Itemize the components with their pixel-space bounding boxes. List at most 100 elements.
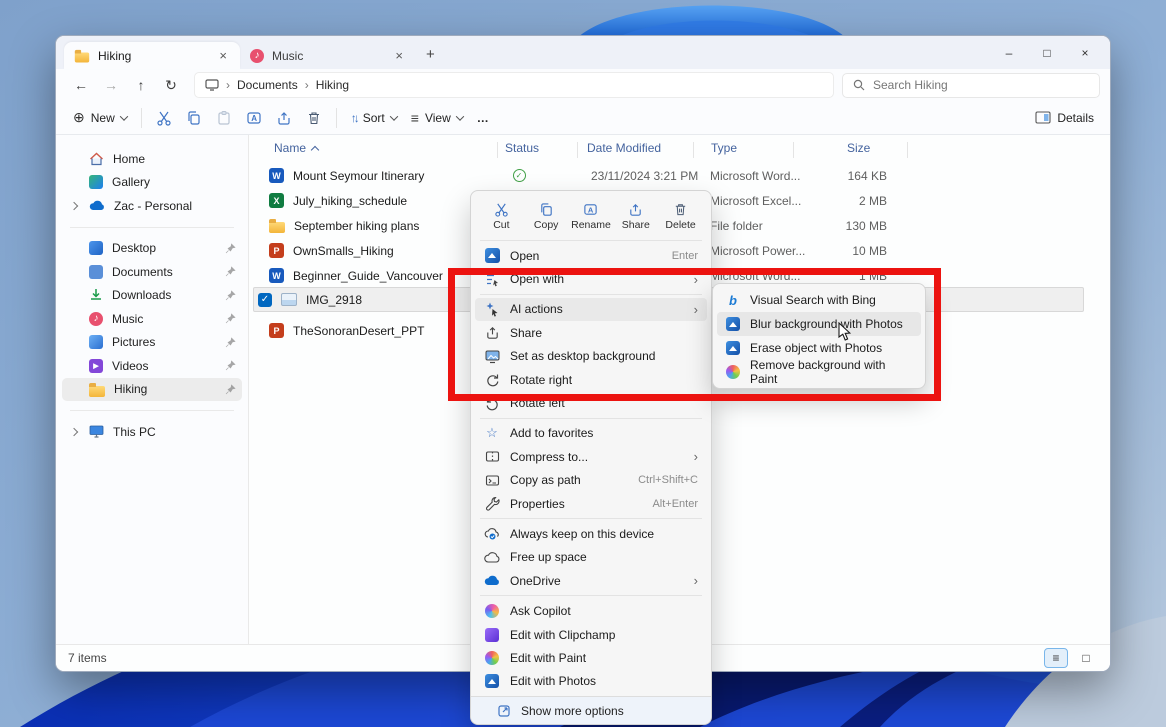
menu-item-edit-photos[interactable]: Edit with Photos (475, 670, 707, 693)
column-separator[interactable] (693, 142, 694, 158)
column-separator[interactable] (907, 142, 908, 158)
sidebar-item-documents[interactable]: Documents (62, 260, 242, 284)
desktop: Hiking × ♪ Music × + – □ × ← → ↑ ↻ › (0, 0, 1166, 727)
column-separator[interactable] (793, 142, 794, 158)
sidebar-item-downloads[interactable]: Downloads (62, 284, 242, 308)
new-tab-button[interactable]: + (416, 44, 445, 69)
maximize-button[interactable]: □ (1032, 42, 1062, 64)
delete-quick-button[interactable]: Delete (660, 196, 702, 236)
details-label: Details (1057, 111, 1094, 125)
pin-icon (225, 243, 236, 254)
share-quick-button[interactable]: Share (615, 196, 657, 236)
close-button[interactable]: × (1070, 42, 1100, 64)
chevron-down-icon (390, 112, 398, 120)
copy-path-icon (485, 473, 500, 488)
photos-icon (485, 248, 500, 263)
sidebar-label: Desktop (112, 241, 216, 255)
cut-quick-button[interactable]: Cut (480, 196, 522, 236)
large-icons-view-button[interactable]: □ (1074, 648, 1098, 668)
chevron-right-icon[interactable] (70, 428, 78, 436)
sidebar-label: This PC (113, 425, 236, 439)
crumb-separator-icon: › (226, 78, 230, 92)
sidebar-item-desktop[interactable]: Desktop (62, 237, 242, 261)
column-separator[interactable] (497, 142, 498, 158)
gallery-icon (89, 175, 103, 189)
more-options-button[interactable]: … (470, 107, 497, 129)
ellipsis-icon: … (477, 111, 490, 125)
up-button[interactable]: ↑ (126, 72, 156, 98)
forward-button[interactable]: → (96, 72, 126, 98)
sidebar-label: Videos (112, 359, 216, 373)
copy-button[interactable] (179, 106, 209, 130)
tab-close-icon[interactable]: × (216, 48, 230, 63)
details-pane-button[interactable]: Details (1029, 107, 1100, 129)
chevron-down-icon (120, 112, 128, 120)
paste-button[interactable] (209, 106, 239, 130)
view-button[interactable]: ≡ View (404, 106, 470, 130)
menu-item-free-up-space[interactable]: Free up space (475, 546, 707, 569)
column-separator[interactable] (577, 142, 578, 158)
menu-item-show-more-options[interactable]: Show more options (471, 696, 711, 724)
menu-item-compress[interactable]: Compress to... › (475, 445, 707, 468)
sidebar-item-onedrive[interactable]: Zac - Personal (62, 194, 242, 218)
search-box[interactable]: Search Hiking (842, 73, 1100, 98)
rename-button[interactable]: A (239, 106, 269, 130)
cloud-check-icon (484, 528, 500, 540)
column-header-status[interactable]: Status (505, 141, 539, 155)
breadcrumb-hiking[interactable]: Hiking (316, 78, 349, 92)
menu-item-ask-copilot[interactable]: Ask Copilot (475, 599, 707, 622)
sidebar-item-videos[interactable]: ▶ Videos (62, 354, 242, 378)
file-row-mount-seymour[interactable]: WMount Seymour Itinerary ✓ 23/11/2024 3:… (253, 163, 1084, 188)
sidebar-item-home[interactable]: Home (62, 147, 242, 171)
sidebar-item-gallery[interactable]: Gallery (62, 171, 242, 195)
details-view-button[interactable]: ≡ (1044, 648, 1068, 668)
tab-label: Hiking (98, 49, 208, 63)
checkbox-checked-icon[interactable]: ✓ (258, 293, 272, 307)
pin-icon (225, 337, 236, 348)
file-name: Beginner_Guide_Vancouver (293, 269, 443, 283)
refresh-button[interactable]: ↻ (156, 72, 186, 98)
column-header-type[interactable]: Type (711, 141, 737, 155)
downloads-icon (89, 288, 103, 302)
details-pane-icon (1035, 111, 1051, 124)
sidebar-item-thispc[interactable]: This PC (62, 420, 242, 444)
navigation-pane: Home Gallery Zac - Personal Desktop (56, 135, 248, 644)
tab-music[interactable]: ♪ Music × (240, 42, 416, 69)
menu-item-always-keep[interactable]: Always keep on this device (475, 522, 707, 545)
back-button[interactable]: ← (66, 72, 96, 98)
menu-item-edit-clipchamp[interactable]: Edit with Clipchamp (475, 623, 707, 646)
cut-button[interactable] (149, 106, 179, 130)
word-icon: W (269, 168, 284, 183)
share-button[interactable] (269, 106, 299, 130)
file-name: TheSonoranDesert_PPT (293, 324, 424, 338)
sort-button[interactable]: ↑↓ Sort (344, 107, 404, 129)
sidebar-item-pictures[interactable]: Pictures (62, 331, 242, 355)
pictures-icon (89, 335, 103, 349)
breadcrumb-documents[interactable]: Documents (237, 78, 298, 92)
sidebar-item-music[interactable]: ♪ Music (62, 307, 242, 331)
new-button[interactable]: ⊕ New (66, 105, 134, 130)
file-name: September hiking plans (294, 219, 419, 233)
tab-close-icon[interactable]: × (392, 48, 406, 63)
chevron-right-icon[interactable] (70, 202, 78, 210)
tab-hiking[interactable]: Hiking × (64, 42, 240, 69)
menu-item-onedrive[interactable]: OneDrive › (475, 569, 707, 592)
sidebar-item-hiking[interactable]: Hiking (62, 378, 242, 402)
menu-item-open[interactable]: Open Enter (475, 244, 707, 267)
column-header-date[interactable]: Date Modified (587, 141, 661, 155)
menu-item-add-favorites[interactable]: ☆ Add to favorites (475, 422, 707, 445)
menu-item-edit-paint[interactable]: Edit with Paint (475, 646, 707, 669)
copy-quick-button[interactable]: Copy (525, 196, 567, 236)
delete-button[interactable] (299, 106, 329, 130)
column-header-name[interactable]: Name (274, 141, 318, 155)
menu-item-copy-path[interactable]: Copy as path Ctrl+Shift+C (475, 469, 707, 492)
pin-icon (225, 266, 236, 277)
minimize-button[interactable]: – (994, 42, 1024, 64)
breadcrumb[interactable]: › Documents › Hiking (194, 72, 834, 98)
excel-icon: X (269, 193, 284, 208)
menu-item-properties[interactable]: Properties Alt+Enter (475, 492, 707, 515)
rename-quick-button[interactable]: A Rename (570, 196, 612, 236)
item-count: 7 items (68, 651, 107, 665)
view-label: View (425, 111, 451, 125)
column-header-size[interactable]: Size (847, 141, 870, 155)
